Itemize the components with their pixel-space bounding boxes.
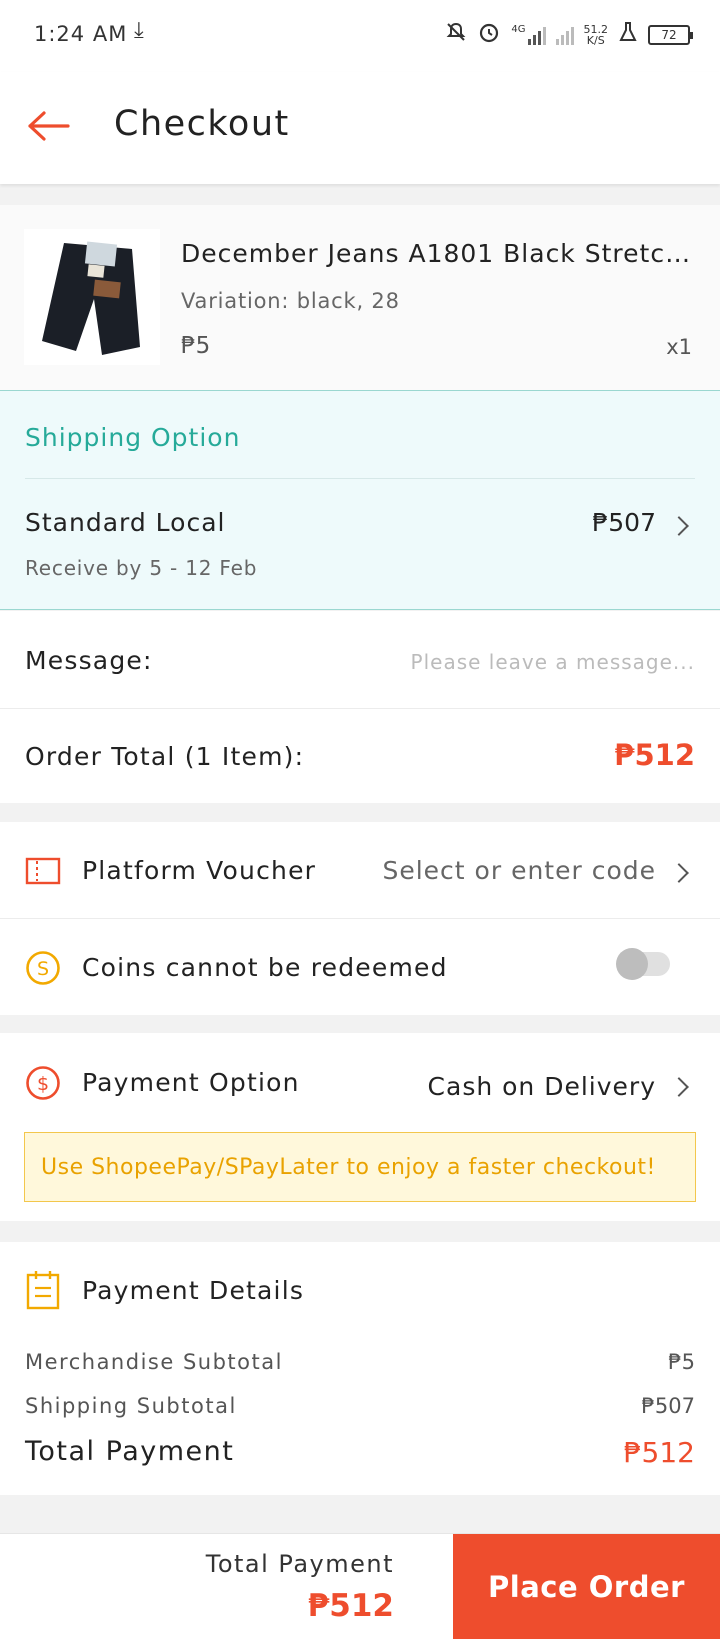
product-quantity: x1 — [666, 335, 692, 359]
place-order-button[interactable]: Place Order — [453, 1534, 720, 1639]
payment-method-select[interactable]: Cash on Delivery — [428, 1072, 656, 1101]
alarm-icon — [477, 20, 501, 49]
checkout-bottom-bar: Total Payment ₱512 Place Order — [0, 1533, 720, 1639]
payment-details-title: Payment Details — [82, 1276, 305, 1305]
receipt-icon — [24, 1271, 62, 1310]
shipping-subtotal-label: Shipping Subtotal — [25, 1394, 237, 1418]
download-icon: ⤓ — [134, 18, 144, 43]
net-speed: 51.2 K/S — [584, 24, 609, 46]
total-payment-label: Total Payment — [25, 1436, 235, 1467]
coins-toggle[interactable] — [616, 948, 670, 980]
net-speed-unit: K/S — [586, 33, 605, 47]
total-payment-value: ₱512 — [623, 1436, 695, 1469]
merchandise-subtotal-value: ₱5 — [668, 1350, 695, 1374]
divider — [0, 918, 720, 919]
product-image — [24, 229, 160, 365]
flask-icon — [618, 21, 638, 48]
bottom-total-amount: ₱512 — [307, 1588, 394, 1624]
divider — [25, 478, 695, 479]
product-price: ₱5 — [181, 333, 211, 359]
shipping-title: Shipping Option — [25, 423, 241, 452]
order-total-amount: ₱512 — [614, 738, 695, 772]
page-title: Checkout — [114, 104, 290, 144]
status-bar: 1:24 AM ⤓ 4G 51.2 K/S 72 — [0, 0, 720, 72]
bottom-total-label: Total Payment — [205, 1550, 394, 1578]
shipping-price: ₱507 — [592, 508, 656, 537]
signal-icon — [555, 25, 574, 45]
status-icons: 4G 51.2 K/S 72 — [445, 20, 693, 49]
voucher-select[interactable]: Select or enter code — [382, 856, 656, 885]
merchandise-subtotal-label: Merchandise Subtotal — [25, 1350, 283, 1374]
toggle-knob — [616, 948, 648, 980]
shipping-option-section[interactable]: Shipping Option Standard Local Receive b… — [0, 390, 720, 610]
coins-label: Coins cannot be redeemed — [82, 953, 448, 982]
svg-text:$: $ — [37, 1073, 49, 1095]
coin-icon: S — [24, 949, 62, 987]
voucher-icon — [24, 852, 62, 890]
divider — [0, 708, 720, 709]
message-label: Message: — [25, 646, 153, 675]
shipping-method: Standard Local — [25, 508, 226, 537]
product-item[interactable]: December Jeans A1801 Black Stretchable V… — [0, 205, 720, 390]
app-header: Checkout — [0, 72, 720, 184]
network-type: 4G — [511, 23, 526, 35]
chevron-right-icon — [669, 516, 689, 536]
product-name: December Jeans A1801 Black Stretchable — [181, 239, 691, 268]
status-time: 1:24 AM — [34, 22, 128, 46]
back-button[interactable] — [24, 102, 72, 150]
signal-4g-icon: 4G — [511, 23, 546, 45]
order-total-label: Order Total (1 Item): — [25, 742, 305, 771]
shipping-subtotal-value: ₱507 — [641, 1394, 695, 1418]
payment-option-label: Payment Option — [82, 1068, 300, 1097]
back-arrow-icon — [28, 111, 70, 141]
shipping-eta: Receive by 5 - 12 Feb — [25, 556, 258, 580]
mute-bell-icon — [445, 21, 467, 48]
shopeepay-promo-banner[interactable]: Use ShopeePay/SPayLater to enjoy a faste… — [24, 1132, 696, 1202]
payment-dollar-icon: $ — [24, 1064, 62, 1102]
battery-icon: 72 — [648, 24, 693, 45]
message-input[interactable] — [375, 650, 695, 674]
voucher-label: Platform Voucher — [82, 856, 317, 885]
message-order-block — [0, 611, 720, 803]
svg-text:S: S — [37, 958, 49, 980]
product-variation: Variation: black, 28 — [181, 289, 400, 313]
